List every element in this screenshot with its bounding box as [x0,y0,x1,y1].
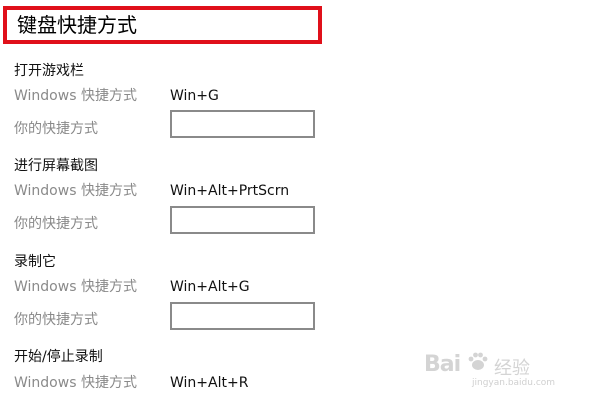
your-shortcut-label: 你的快捷方式 [14,216,98,232]
baidu-jingyan-watermark: Bai 经验 jingyan.baidu.com [424,350,574,392]
section-title-open-game-bar: 打开游戏栏 [14,63,84,79]
page-title-box: 键盘快捷方式 [3,6,322,44]
your-shortcut-label: 你的快捷方式 [14,312,98,328]
windows-shortcut-label: Windows 快捷方式 [14,375,137,391]
section-title-start-stop-recording: 开始/停止录制 [14,349,103,365]
windows-shortcut-value: Win+G [170,88,219,104]
section-title-record-that: 录制它 [14,254,56,270]
your-shortcut-label: 你的快捷方式 [14,121,98,137]
windows-shortcut-value: Win+Alt+PrtScrn [170,183,290,199]
windows-shortcut-label: Windows 快捷方式 [14,88,137,104]
watermark-url: jingyan.baidu.com [472,378,556,388]
paw-icon [468,352,488,370]
page-title: 键盘快捷方式 [17,13,137,37]
section-title-screenshot: 进行屏幕截图 [14,158,98,174]
watermark-brand: Bai [424,352,461,377]
windows-shortcut-label: Windows 快捷方式 [14,183,137,199]
your-shortcut-input-screenshot[interactable] [170,206,315,234]
watermark-brand-cn: 经验 [494,358,530,379]
windows-shortcut-value: Win+Alt+G [170,279,250,295]
windows-shortcut-value: Win+Alt+R [170,375,249,391]
windows-shortcut-label: Windows 快捷方式 [14,279,137,295]
your-shortcut-input-record-that[interactable] [170,302,315,330]
your-shortcut-input-open-game-bar[interactable] [170,110,315,138]
